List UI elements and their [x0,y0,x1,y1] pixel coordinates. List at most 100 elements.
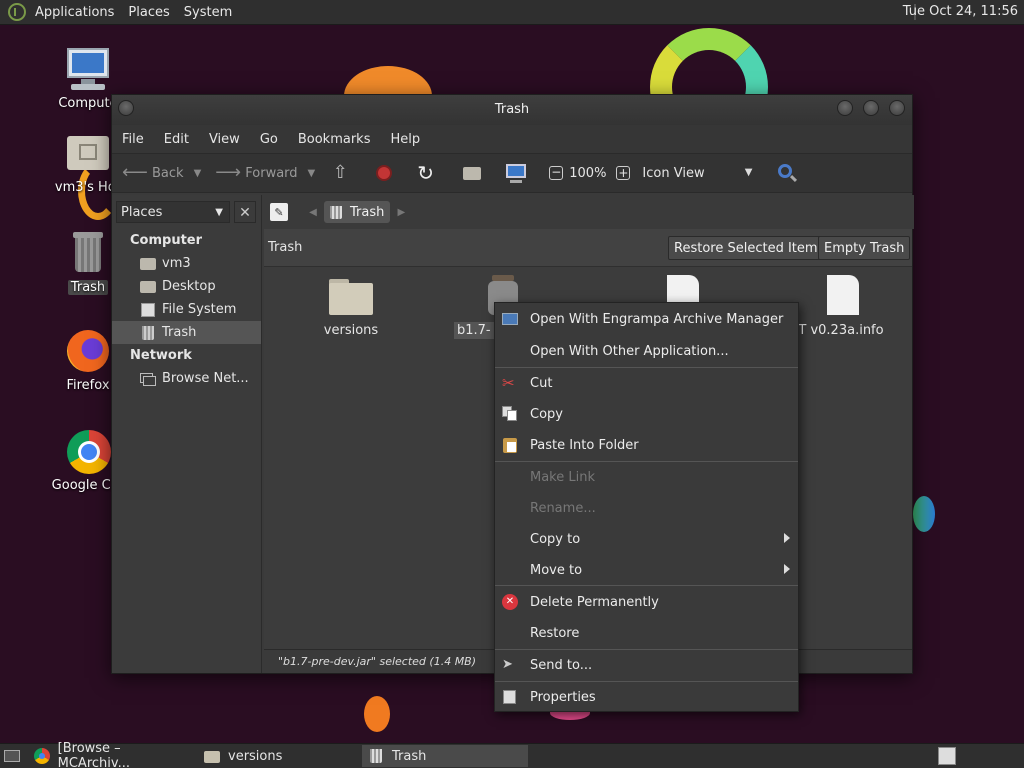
wallpaper-teal-dot [913,496,935,532]
sidebar-selector[interactable]: Places ▼ [116,201,230,223]
clock[interactable]: Tue Oct 24, 11:56 [903,4,1018,19]
back-button[interactable]: ⟵ Back ▼ [122,162,201,184]
menu-send-to[interactable]: ➤ Send to... [495,651,798,679]
trash-icon [330,205,342,219]
zoom-out-button[interactable]: − [549,165,564,180]
firefox-icon [65,328,111,374]
menu-cut[interactable]: ✂ Cut [495,369,798,397]
path-button-trash[interactable]: Trash [324,201,391,223]
sidebar-item-label: File System [162,302,237,317]
file-name: versions [323,323,379,338]
menu-view[interactable]: View [199,132,250,147]
places-menu[interactable]: Places [121,5,176,20]
menu-go[interactable]: Go [250,132,288,147]
sidebar-item-trash[interactable]: Trash [112,321,261,344]
properties-icon [502,689,518,705]
menu-restore[interactable]: Restore [495,619,798,647]
system-menu[interactable]: System [177,5,239,20]
menu-help[interactable]: Help [380,132,430,147]
sidebar-item-vm3[interactable]: vm3 [112,252,261,275]
menu-copy-to[interactable]: Copy to [495,525,798,553]
zoom-in-button[interactable]: + [616,166,631,180]
computer-button[interactable] [505,162,535,184]
menu-open-with-other[interactable]: Open With Other Application... [495,337,798,365]
window-titlebar[interactable]: Trash [112,95,912,125]
sidebar-item-file-system[interactable]: File System [112,298,261,321]
path-label: Trash [350,204,385,220]
submenu-arrow-icon [784,564,790,574]
menu-item-label: Paste Into Folder [530,437,639,453]
menu-move-to[interactable]: Move to [495,556,798,584]
location-bar: ✎ ◀ Trash ▶ [264,195,914,229]
forward-button[interactable]: ⟶ Forward ▼ [215,162,315,184]
taskbar-item-browser[interactable]: [Browse – MCArchiv... [28,741,194,768]
workspace-switcher[interactable] [938,747,956,765]
home-button[interactable] [461,162,491,184]
home-icon [461,162,483,184]
edit-location-button[interactable]: ✎ [270,203,288,221]
folder-icon [204,748,220,764]
menu-file[interactable]: File [112,132,154,147]
maximize-button[interactable] [863,100,879,116]
wallpaper-orange-dot [364,696,390,732]
sidebar-item-desktop[interactable]: Desktop [112,275,261,298]
home-icon [140,256,156,272]
restore-selected-button[interactable]: Restore Selected Items [668,236,831,260]
taskbar-item-label: Trash [392,748,427,764]
forward-history-dropdown[interactable]: ▼ [308,168,316,179]
paste-icon [502,437,518,453]
minimize-button[interactable] [837,100,853,116]
file-item[interactable]: versions [286,275,416,338]
menu-bookmarks[interactable]: Bookmarks [288,132,381,147]
close-button[interactable] [889,100,905,116]
menu-item-label: Rename... [530,500,596,516]
back-history-dropdown[interactable]: ▼ [194,168,202,179]
search-button[interactable] [776,162,806,184]
home-folder-icon [65,130,111,176]
file-name: b1.7- [454,322,494,339]
menu-item-label: Delete Permanently [530,594,659,610]
path-scroll-right[interactable]: ▶ [390,201,412,223]
view-mode-value: Icon View [642,165,705,181]
back-label: Back [152,165,184,181]
applications-menu[interactable]: Applications [28,5,121,20]
view-mode-select[interactable]: Icon View ▼ [642,166,752,181]
chevron-down-icon: ▼ [215,207,223,218]
close-sidebar-button[interactable]: ✕ [234,201,256,223]
menu-copy[interactable]: Copy [495,400,798,428]
sidebar-item-browse-network[interactable]: Browse Net... [112,367,261,390]
mate-logo-icon[interactable] [8,3,26,21]
chrome-icon [65,428,111,474]
network-icon [140,371,156,387]
show-desktop-button[interactable] [0,745,24,767]
up-button[interactable]: ⇧ [329,162,359,184]
top-panel: Applications Places System Tue Oct 24, 1… [0,0,1024,25]
path-scroll-left[interactable]: ◀ [302,201,324,223]
zoom-level: 100% [569,165,607,181]
menu-item-label: Send to... [530,657,593,673]
stop-icon [373,162,395,184]
folder-icon [329,275,373,319]
places-header: Places ▼ ✕ [112,195,261,229]
trash-icon [368,748,384,764]
submenu-arrow-icon [784,533,790,543]
menu-item-label: Make Link [530,469,595,485]
menu-edit[interactable]: Edit [154,132,199,147]
zoom-out-icon: − [549,165,564,180]
workspace-switcher-2[interactable] [958,747,1018,765]
chrome-icon [34,748,50,764]
menu-paste-into-folder[interactable]: Paste Into Folder [495,431,798,459]
sidebar-heading-network: Network [130,348,192,363]
taskbar-item-label: versions [228,748,283,764]
menu-delete-permanently[interactable]: ✕ Delete Permanently [495,588,798,616]
menu-open-with-engrampa[interactable]: Open With Engrampa Archive Manager [495,305,798,333]
menu-properties[interactable]: Properties [495,683,798,711]
zoom-in-icon: + [616,166,631,180]
taskbar-item-versions[interactable]: versions [198,745,358,767]
menu-separator [495,461,798,462]
sidebar: Places ▼ ✕ Computer vm3 Desktop File Sys… [112,195,262,673]
stop-button[interactable] [373,162,403,184]
taskbar-item-trash[interactable]: Trash [362,745,528,767]
reload-button[interactable]: ↻ [417,162,447,184]
empty-trash-button[interactable]: Empty Trash [818,236,911,260]
